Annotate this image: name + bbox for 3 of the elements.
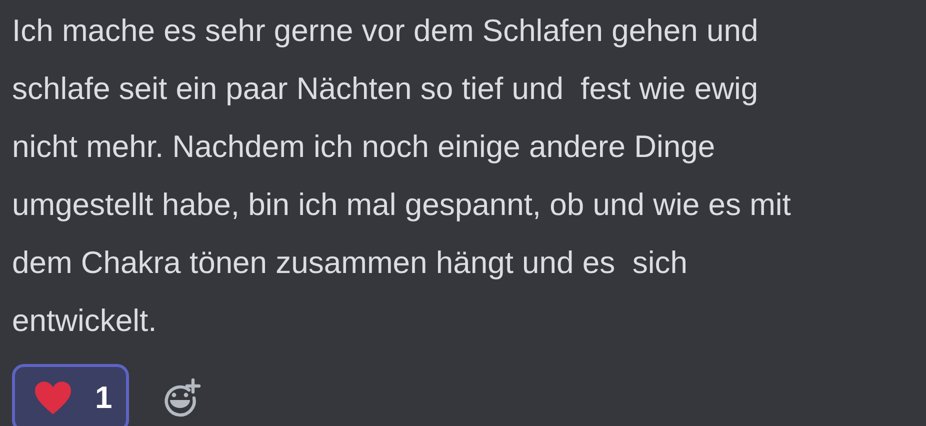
heart-reaction[interactable]: 1: [12, 364, 130, 426]
heart-icon: [33, 380, 73, 416]
message-text: Ich mache es sehr gerne vor dem Schlafen gehen und schlafe seit ein paar Nächten so tief und fest wie ewig nicht mehr. Nachdem ich noch einige andere Dinge umgestellt habe, bin ich mal gespannt, ob und wie es mit dem Chakra tönen zusammen hängt und es sich entwickelt.: [12, 12, 791, 340]
